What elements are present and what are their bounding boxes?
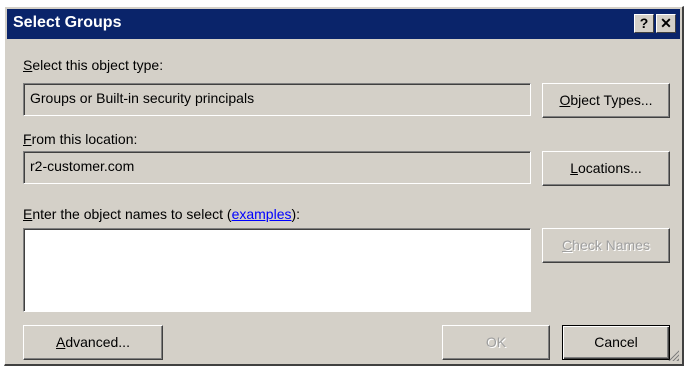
close-icon[interactable]: ✕	[656, 14, 676, 33]
advanced-button[interactable]: Advanced...	[23, 325, 163, 360]
title-bar[interactable]: Select Groups ? ✕	[7, 9, 680, 39]
check-names-button[interactable]: Check Names	[542, 228, 670, 263]
cancel-button[interactable]: Cancel	[562, 325, 670, 360]
object-type-field[interactable]: Groups or Built-in security principals	[23, 83, 531, 116]
location-label: From this location:	[23, 131, 138, 147]
object-type-label: Select this object type:	[23, 57, 164, 73]
location-field[interactable]: r2-customer.com	[23, 151, 531, 184]
window-title: Select Groups	[13, 14, 122, 31]
ok-button[interactable]: OK	[442, 325, 550, 360]
help-icon[interactable]: ?	[634, 14, 654, 33]
locations-button[interactable]: Locations...	[542, 151, 670, 186]
object-names-label: Enter the object names to select (exampl…	[23, 206, 301, 222]
object-names-input[interactable]	[23, 228, 531, 312]
object-types-button[interactable]: Object Types...	[542, 83, 670, 118]
select-groups-dialog: Select Groups ? ✕ Select this object typ…	[4, 6, 684, 366]
examples-link[interactable]: examples	[232, 206, 292, 222]
resize-grip-icon[interactable]	[667, 349, 679, 361]
